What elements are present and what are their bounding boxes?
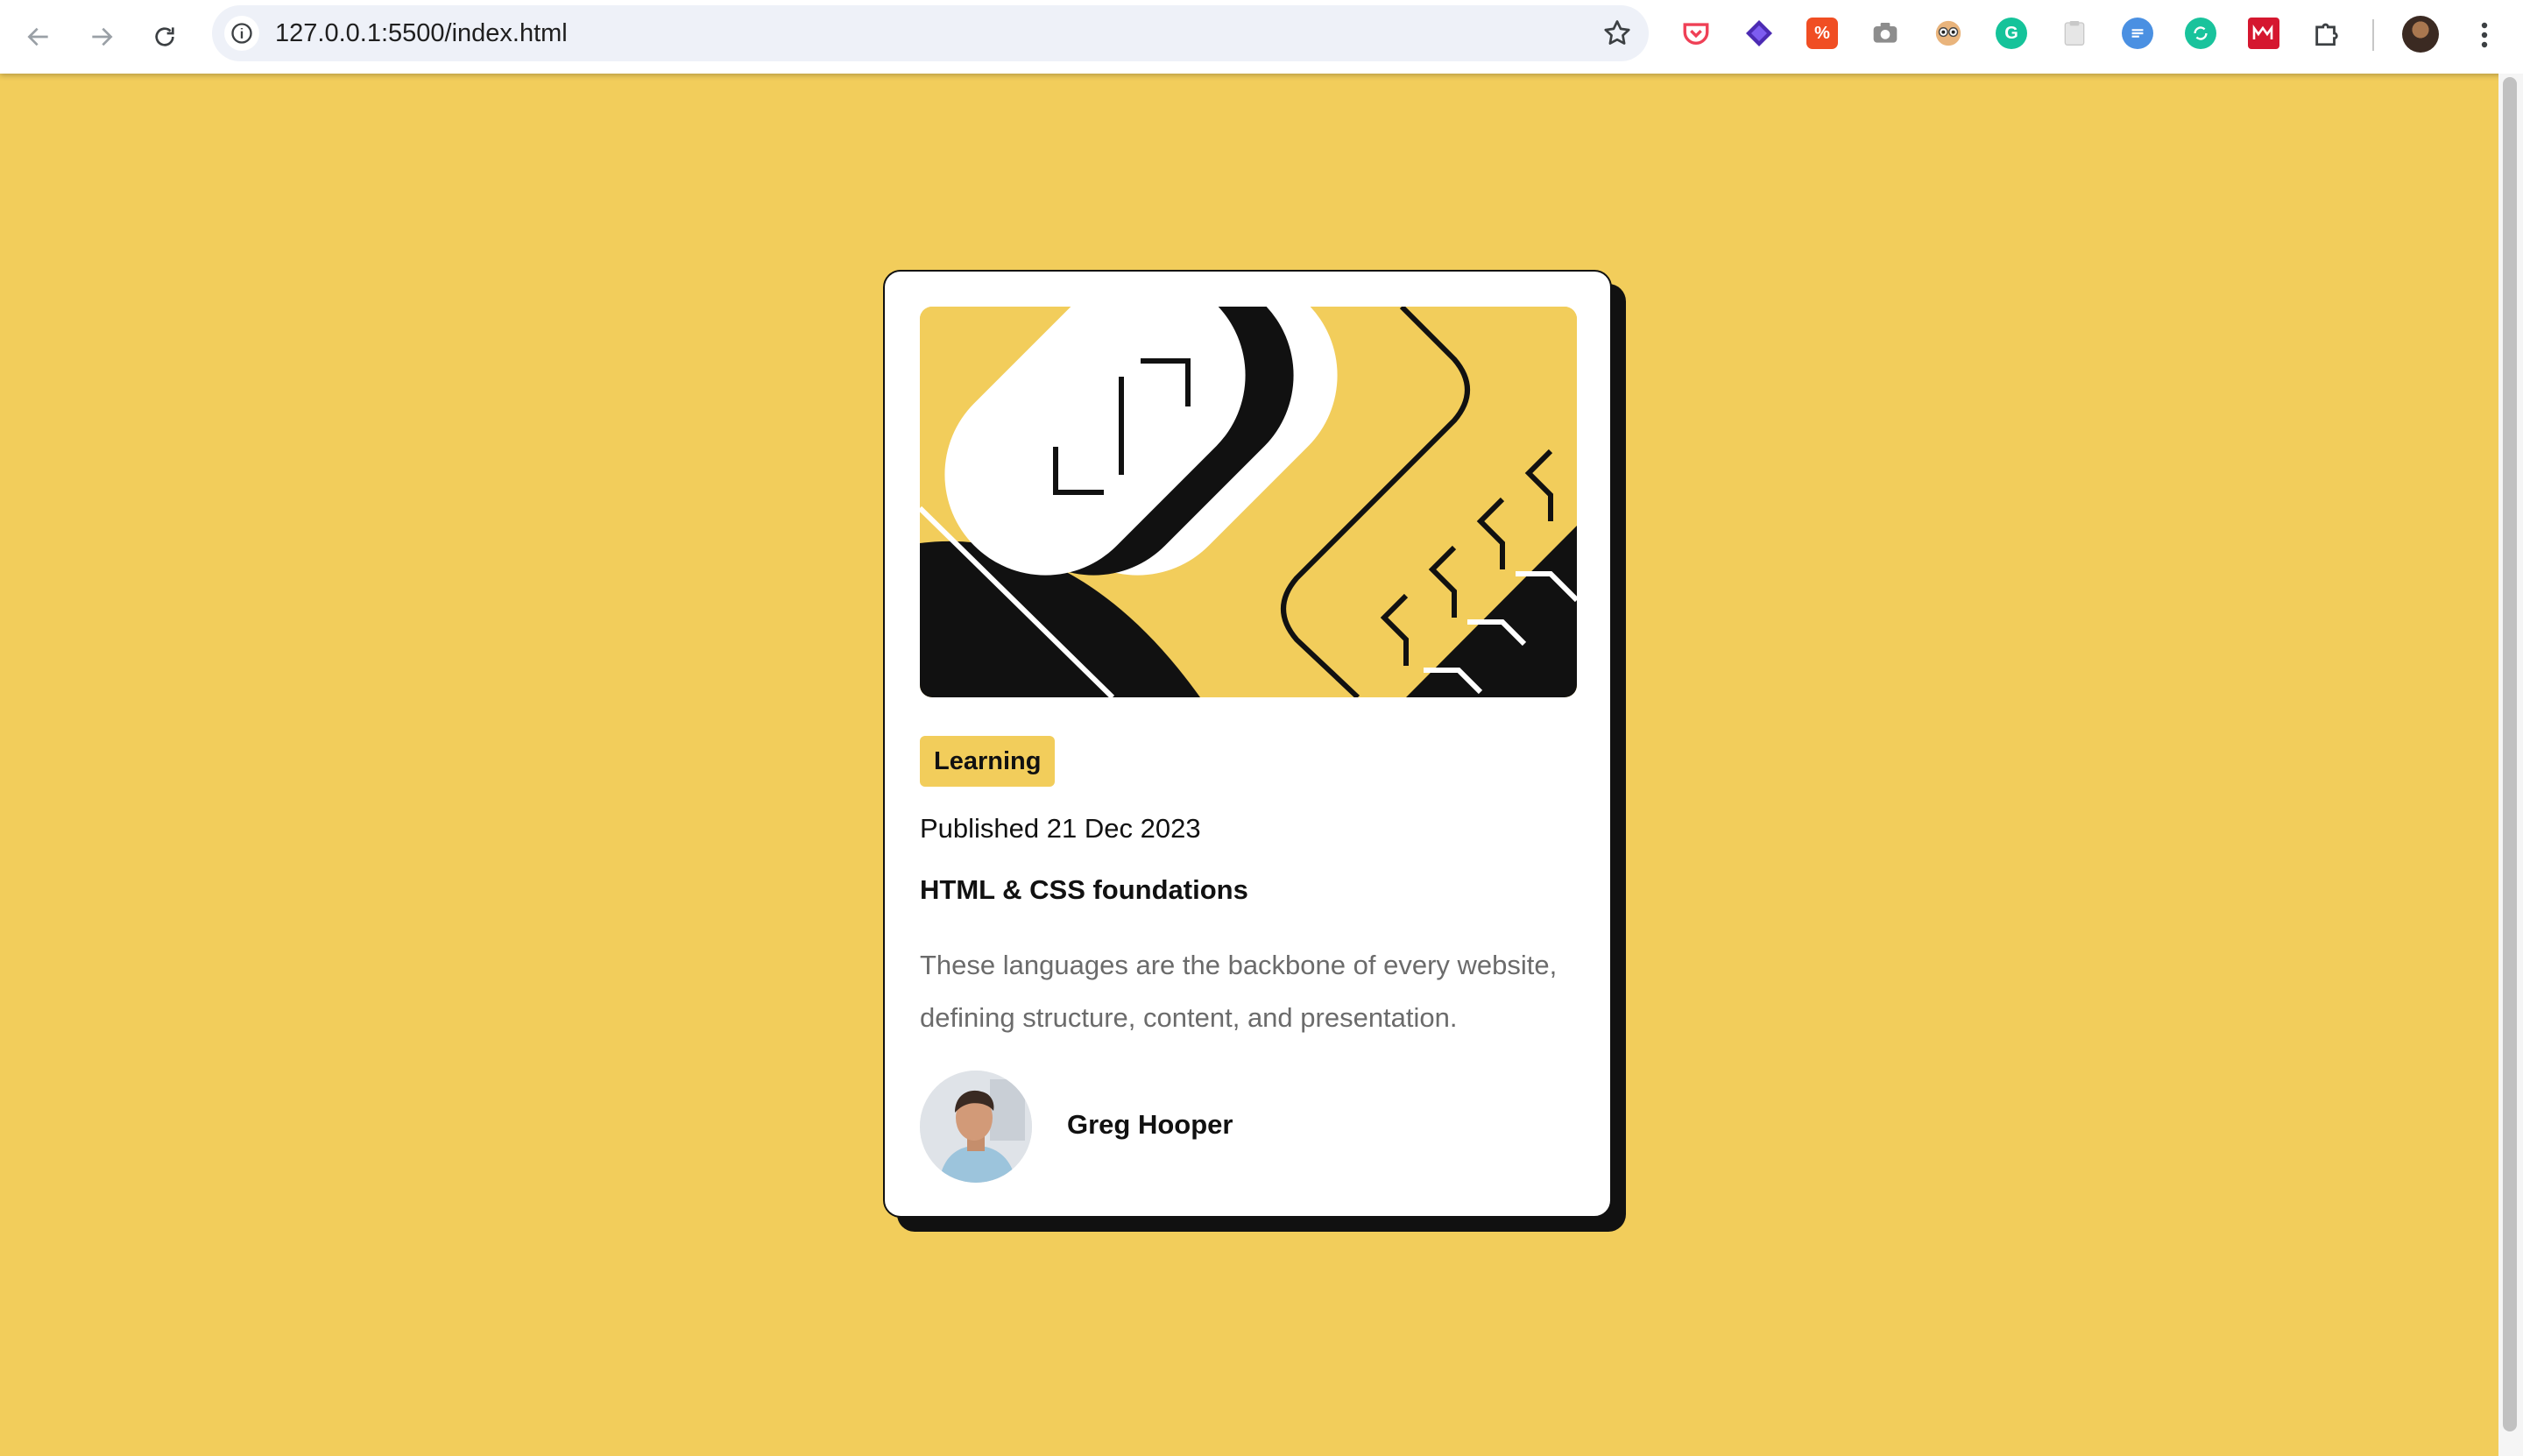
scrollbar-thumb[interactable] [2503, 77, 2517, 1431]
forward-button[interactable] [81, 16, 123, 58]
pocket-extension-icon[interactable] [1680, 18, 1712, 49]
puzzle-extensions-icon[interactable] [2311, 18, 2343, 49]
profile-avatar-icon[interactable] [2402, 16, 2439, 53]
toolbar-separator [2372, 19, 2374, 51]
grammarly-extension-icon[interactable]: G [1996, 18, 2027, 49]
site-info-icon[interactable] [224, 16, 259, 51]
sync-extension-icon[interactable] [2185, 18, 2216, 49]
arrow-left-icon [27, 27, 48, 46]
author-name: Greg Hooper [1067, 1109, 1233, 1140]
reload-button[interactable] [144, 16, 186, 58]
browser-toolbar: 127.0.0.1:5500/index.html % G [0, 0, 2523, 74]
camera-extension-icon[interactable] [1869, 18, 1901, 49]
blog-preview-card: Learning Published 21 Dec 2023 HTML & CS… [883, 270, 1612, 1218]
stack-extension-icon[interactable] [1743, 18, 1775, 49]
hero-illustration [920, 307, 1577, 697]
url-text[interactable]: 127.0.0.1:5500/index.html [275, 5, 568, 61]
author-avatar [920, 1071, 1032, 1183]
published-date: Published 21 Dec 2023 [920, 813, 1201, 844]
category-tag[interactable]: Learning [920, 736, 1056, 787]
person-portrait-icon [920, 1071, 1032, 1183]
clipboard-extension-icon[interactable] [2059, 18, 2090, 49]
back-button[interactable] [18, 16, 60, 58]
bookmark-star-icon[interactable] [1601, 18, 1633, 53]
chat-extension-icon[interactable] [2122, 18, 2153, 49]
arrow-right-icon [92, 27, 113, 46]
card-description: These languages are the backbone of ever… [920, 950, 1558, 1033]
translate-extension-icon[interactable]: % [1806, 18, 1838, 49]
address-bar[interactable]: 127.0.0.1:5500/index.html [212, 5, 1649, 61]
owl-extension-icon[interactable] [1933, 18, 1964, 49]
card-title[interactable]: HTML & CSS foundations [920, 874, 1248, 906]
illustration-graphic [920, 307, 1577, 697]
browser-menu-icon[interactable] [2469, 18, 2500, 53]
reload-icon [155, 27, 174, 46]
mendeley-extension-icon[interactable] [2248, 18, 2279, 49]
